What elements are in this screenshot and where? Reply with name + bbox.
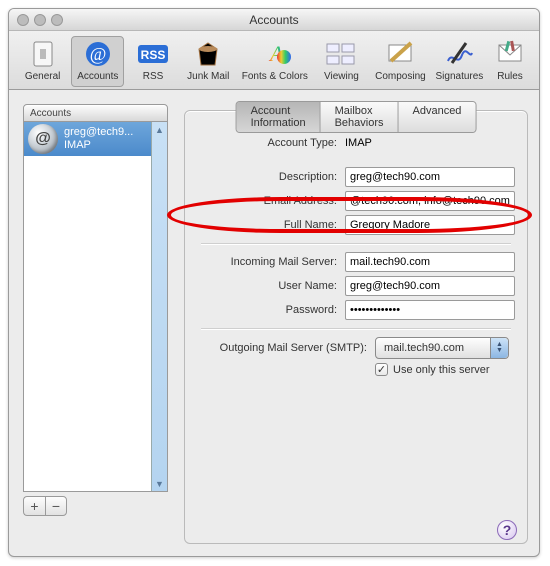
window-title: Accounts [249, 13, 298, 27]
scroll-down-icon[interactable]: ▼ [152, 476, 167, 491]
rss-icon: RSS [133, 39, 173, 69]
account-title: greg@tech9... [64, 126, 133, 139]
toolbar-general[interactable]: General [16, 36, 69, 87]
toolbar-label: Fonts & Colors [242, 71, 308, 82]
separator [201, 243, 511, 244]
junkmail-icon [188, 39, 228, 69]
use-only-label: Use only this server [393, 364, 490, 376]
svg-text:RSS: RSS [141, 48, 166, 62]
username-label: User Name: [197, 280, 337, 292]
account-type-label: Account Type: [197, 137, 337, 149]
rules-icon [490, 39, 530, 69]
tabs: Account Information Mailbox Behaviors Ad… [236, 101, 477, 133]
accounts-sidebar: Accounts ▲ ▼ @ greg@tech9... IMAP [23, 104, 168, 504]
toolbar-accounts[interactable]: @ Accounts [71, 36, 124, 87]
toolbar-signatures[interactable]: Signatures [433, 36, 486, 87]
fonts-colors-icon: A [255, 39, 295, 69]
account-type-value: IMAP [345, 137, 515, 149]
toolbar-label: Junk Mail [187, 71, 229, 82]
use-only-checkbox[interactable]: ✓ Use only this server [375, 363, 515, 376]
at-icon: @ [28, 124, 58, 154]
fullname-input[interactable] [345, 215, 515, 235]
preferences-window: Accounts General @ Accounts RSS RSS Junk… [8, 8, 540, 557]
toolbar-label: General [25, 71, 61, 82]
help-button[interactable]: ? [497, 520, 517, 540]
toolbar-label: Viewing [324, 71, 359, 82]
account-subtitle: IMAP [64, 139, 133, 152]
separator [201, 328, 511, 329]
close-button[interactable] [17, 14, 29, 26]
scroll-up-icon[interactable]: ▲ [152, 122, 167, 137]
composing-icon [380, 39, 420, 69]
email-input[interactable] [345, 191, 515, 211]
account-row[interactable]: @ greg@tech9... IMAP [24, 122, 167, 156]
incoming-label: Incoming Mail Server: [197, 256, 337, 268]
signatures-icon [439, 39, 479, 69]
toolbar-rules[interactable]: Rules [488, 36, 532, 87]
add-account-button[interactable]: + [23, 496, 45, 516]
toolbar-label: Signatures [436, 71, 484, 82]
accounts-list[interactable]: ▲ ▼ @ greg@tech9... IMAP [23, 122, 168, 492]
tab-account-information[interactable]: Account Information [237, 102, 321, 132]
smtp-label: Outgoing Mail Server (SMTP): [197, 342, 367, 354]
description-label: Description: [197, 171, 337, 183]
username-input[interactable] [345, 276, 515, 296]
toolbar-label: RSS [143, 71, 164, 82]
sidebar-buttons: + − [23, 496, 67, 516]
checkbox-icon: ✓ [375, 363, 388, 376]
viewing-icon [321, 39, 361, 69]
smtp-value: mail.tech90.com [384, 342, 464, 354]
toolbar-label: Composing [375, 71, 426, 82]
titlebar[interactable]: Accounts [9, 9, 539, 31]
traffic-lights [17, 14, 63, 26]
password-label: Password: [197, 304, 337, 316]
toolbar-label: Rules [497, 71, 523, 82]
svg-text:@: @ [90, 44, 107, 64]
remove-account-button[interactable]: − [45, 496, 67, 516]
window-body: Accounts ▲ ▼ @ greg@tech9... IMAP + − Ac… [9, 96, 539, 556]
toolbar-junkmail[interactable]: Junk Mail [182, 36, 235, 87]
tab-mailbox-behaviors[interactable]: Mailbox Behaviors [321, 102, 399, 132]
incoming-input[interactable] [345, 252, 515, 272]
account-info-pane: Account Type: IMAP Description: Email Ad… [184, 110, 528, 544]
smtp-popup[interactable]: mail.tech90.com ▲▼ [375, 337, 509, 359]
toolbar-viewing[interactable]: Viewing [315, 36, 368, 87]
popup-arrows-icon: ▲▼ [490, 338, 508, 358]
tab-advanced[interactable]: Advanced [399, 102, 476, 132]
toolbar-composing[interactable]: Composing [370, 36, 431, 87]
toolbar: General @ Accounts RSS RSS Junk Mail A [9, 31, 539, 90]
email-label: Email Address: [197, 195, 337, 207]
general-icon [23, 39, 63, 69]
main-panel: Account Information Mailbox Behaviors Ad… [184, 98, 528, 544]
accounts-icon: @ [78, 39, 118, 69]
toolbar-fonts-colors[interactable]: A Fonts & Colors [237, 36, 313, 87]
zoom-button[interactable] [51, 14, 63, 26]
minimize-button[interactable] [34, 14, 46, 26]
description-input[interactable] [345, 167, 515, 187]
password-input[interactable] [345, 300, 515, 320]
fullname-label: Full Name: [197, 219, 337, 231]
toolbar-rss[interactable]: RSS RSS [126, 36, 179, 87]
sidebar-header: Accounts [23, 104, 168, 122]
toolbar-label: Accounts [77, 71, 118, 82]
